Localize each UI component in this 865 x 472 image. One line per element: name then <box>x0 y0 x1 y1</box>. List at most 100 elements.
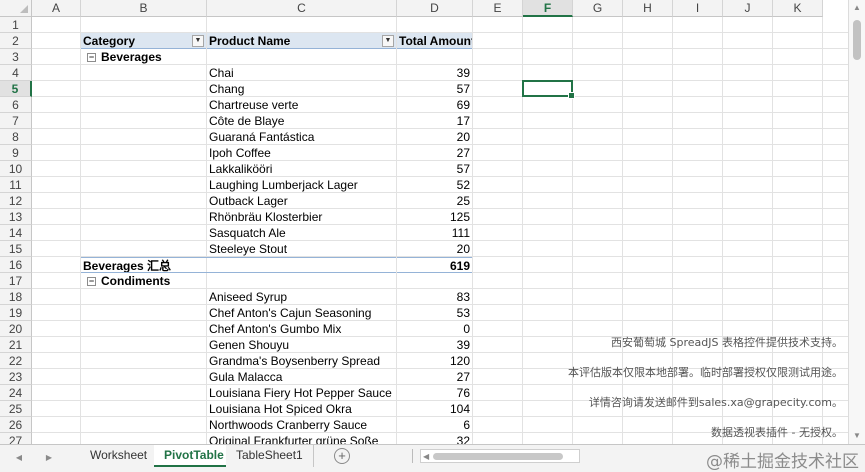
category-filter-icon[interactable]: ▼ <box>192 35 204 47</box>
row-header[interactable]: 26 <box>0 417 32 433</box>
row-header[interactable]: 12 <box>0 193 32 209</box>
active-cell-selection[interactable] <box>522 80 575 99</box>
collapse-group-icon[interactable]: − <box>87 277 96 287</box>
row-header[interactable]: 16 <box>0 257 32 273</box>
watermark-line: 详情咨询请发送邮件到sales.xa@grapecity.com。 <box>588 396 843 409</box>
column-header-e[interactable]: E <box>473 0 523 17</box>
column-header-a[interactable]: A <box>32 0 81 17</box>
row-header[interactable]: 25 <box>0 401 32 417</box>
pivot-header-total: Total Amount <box>397 33 472 49</box>
pivot-product-name: Steeleye Stout <box>209 242 288 256</box>
watermark-line: 西安葡萄城 SpreadJS 表格控件提供技术支持。 <box>611 336 843 349</box>
scroll-up-icon[interactable]: ▲ <box>849 0 865 16</box>
column-header-i[interactable]: I <box>673 0 723 17</box>
row-header[interactable]: 4 <box>0 65 32 81</box>
column-header-g[interactable]: G <box>573 0 623 17</box>
pivot-product-name: Ipoh Coffee <box>209 146 271 160</box>
pivot-amount-value: 20 <box>456 242 470 256</box>
pivot-product-name: Gula Malacca <box>209 370 283 384</box>
column-header-h[interactable]: H <box>623 0 673 17</box>
row-header[interactable]: 19 <box>0 305 32 321</box>
pivot-header-product: Product Name <box>207 33 396 49</box>
pivot-product-name: Lakkalikööri <box>209 162 273 176</box>
pivot-amount-value: 120 <box>449 354 470 368</box>
pivot-product-name: Guaraná Fantástica <box>209 130 315 144</box>
pivot-subtotal-value: 619 <box>397 257 472 273</box>
scroll-down-icon[interactable]: ▼ <box>849 428 865 444</box>
horizontal-scroll-thumb[interactable] <box>433 453 563 460</box>
pivot-amount-value: 52 <box>456 178 470 192</box>
pivot-product-name: Chartreuse verte <box>209 98 299 112</box>
watermark-line: 本评估版本仅限本地部署。临时部署授权仅限测试用途。 <box>568 366 843 379</box>
row-header[interactable]: 6 <box>0 97 32 113</box>
pivot-amount-value: 69 <box>456 98 470 112</box>
pivot-amount-value: 27 <box>456 146 470 160</box>
pivot-amount-value: 111 <box>451 226 470 240</box>
pivot-product-name: Côte de Blaye <box>209 114 285 128</box>
pivot-amount-value: 6 <box>463 418 470 432</box>
pivot-amount-value: 125 <box>449 210 470 224</box>
tab-worksheet[interactable]: Worksheet <box>80 445 159 467</box>
row-header[interactable]: 22 <box>0 353 32 369</box>
row-header[interactable]: 1 <box>0 17 32 33</box>
pivot-group-label: Condiments <box>101 274 171 288</box>
row-header[interactable]: 23 <box>0 369 32 385</box>
pivot-product-name: Chai <box>209 66 234 80</box>
pivot-amount-value: 25 <box>456 194 470 208</box>
row-header[interactable]: 17 <box>0 273 32 289</box>
pivot-product-name: Grandma's Boysenberry Spread <box>209 354 381 368</box>
pivot-amount-value: 27 <box>456 370 470 384</box>
sheet-tab-bar: ◀ ▶ Worksheet PivotTable TableSheet1 + ◀… <box>0 444 865 472</box>
pivot-product-name: Louisiana Hot Spiced Okra <box>209 402 352 416</box>
vertical-scrollbar[interactable]: ▲ ▼ <box>848 0 865 444</box>
pivot-product-name: Laughing Lumberjack Lager <box>209 178 358 192</box>
scroll-left-icon[interactable]: ◀ <box>423 450 429 464</box>
column-header-k[interactable]: K <box>773 0 823 17</box>
row-header[interactable]: 9 <box>0 145 32 161</box>
pivot-amount-value: 57 <box>456 162 470 176</box>
tab-tablesheet1[interactable]: TableSheet1 <box>226 445 314 467</box>
column-header-f[interactable]: F <box>523 0 573 17</box>
column-header-b[interactable]: B <box>81 0 207 17</box>
pivot-amount-value: 0 <box>463 322 470 336</box>
vertical-scroll-thumb[interactable] <box>853 20 861 60</box>
add-sheet-button[interactable]: + <box>334 448 350 464</box>
row-header[interactable]: 27 <box>0 433 32 444</box>
pivot-product-name: Northwoods Cranberry Sauce <box>209 418 368 432</box>
pivot-amount-value: 39 <box>456 66 470 80</box>
column-header-c[interactable]: C <box>207 0 397 17</box>
horizontal-scrollbar[interactable]: ◀ <box>420 449 580 463</box>
pivot-amount-value: 17 <box>456 114 470 128</box>
pivot-subtotal-label: Beverages 汇总 <box>81 257 396 273</box>
pivot-header-category: Category <box>81 33 206 49</box>
row-header[interactable]: 14 <box>0 225 32 241</box>
select-all-corner[interactable] <box>0 0 32 17</box>
column-gridline <box>80 17 81 444</box>
pivot-amount-value: 104 <box>449 402 470 416</box>
pivot-product-name: Chang <box>209 82 245 96</box>
row-header[interactable]: 13 <box>0 209 32 225</box>
row-header[interactable]: 21 <box>0 337 32 353</box>
row-header[interactable]: 7 <box>0 113 32 129</box>
row-header[interactable]: 8 <box>0 129 32 145</box>
tab-pivottable[interactable]: PivotTable <box>154 445 235 467</box>
last-sheet-arrow-icon[interactable]: ▶ <box>42 451 56 465</box>
column-header-j[interactable]: J <box>723 0 773 17</box>
row-header[interactable]: 18 <box>0 289 32 305</box>
row-header[interactable]: 5 <box>0 81 32 97</box>
row-header[interactable]: 2 <box>0 33 32 49</box>
pivot-product-name: Original Frankfurter grüne Soße <box>209 434 379 444</box>
product-filter-icon[interactable]: ▼ <box>382 35 394 47</box>
pivot-product-name: Chef Anton's Cajun Seasoning <box>209 306 372 320</box>
collapse-group-icon[interactable]: − <box>87 53 96 63</box>
row-header[interactable]: 15 <box>0 241 32 257</box>
column-header-d[interactable]: D <box>397 0 473 17</box>
row-header[interactable]: 11 <box>0 177 32 193</box>
row-header[interactable]: 20 <box>0 321 32 337</box>
first-sheet-arrow-icon[interactable]: ◀ <box>12 451 26 465</box>
row-header[interactable]: 10 <box>0 161 32 177</box>
row-header[interactable]: 3 <box>0 49 32 65</box>
pivot-product-name: Chef Anton's Gumbo Mix <box>209 322 342 336</box>
row-header[interactable]: 24 <box>0 385 32 401</box>
tab-splitter[interactable] <box>412 449 413 463</box>
